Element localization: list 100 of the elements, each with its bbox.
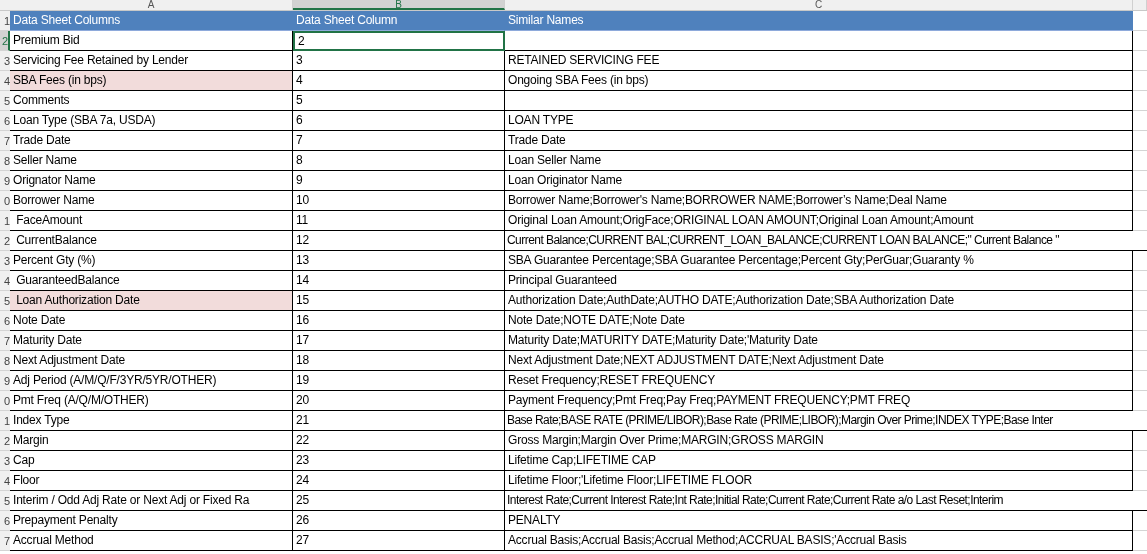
row-header[interactable]: 4 [0, 471, 10, 491]
table-cell: 23 [293, 451, 505, 471]
table-cell: 20 [293, 391, 505, 411]
table-cell: FaceAmount [10, 211, 293, 231]
row-header[interactable]: 9 [0, 171, 10, 191]
table-cell: 5 [293, 91, 505, 111]
row-header[interactable]: 6 [0, 311, 10, 331]
row-header[interactable]: 0 [0, 191, 10, 211]
row-header[interactable]: 2 [0, 431, 10, 451]
table-cell: 18 [293, 351, 505, 371]
table-cell: 19 [293, 371, 505, 391]
table-cell: 15 [293, 291, 505, 311]
row-header[interactable]: 1 [0, 211, 10, 231]
table-cell: CurrentBalance [10, 231, 293, 251]
table-cell: Authorization Date;AuthDate;AUTHO DATE;Authorization Date;SBA Authorization Date [505, 291, 1133, 311]
table-cell: 2 [293, 31, 505, 51]
row-header[interactable]: 5 [0, 91, 10, 111]
table-cell: 16 [293, 311, 505, 331]
table-cell: SBA Guarantee Percentage;SBA Guarantee Percentage;Percent Gty;PerGuar;Guaranty % [505, 251, 1133, 271]
row-header[interactable]: 9 [0, 371, 10, 391]
table-cell: Original Loan Amount;OrigFace;ORIGINAL LOAN AMOUNT;Original Loan Amount;Amount [505, 211, 1133, 231]
table-cell: Maturity Date;MATURITY DATE;Maturity Date;'Maturity Date [505, 331, 1133, 351]
row-header[interactable]: 7 [0, 331, 10, 351]
table-cell: Comments [10, 91, 293, 111]
row-header[interactable]: 1 [0, 411, 10, 431]
table-cell: Base Rate;BASE RATE (PRIME/LIBOR);Base Rate (PRIME;LIBOR);Margin Over Prime;INDEX TYPE;Base Inter [505, 411, 1147, 431]
row-header[interactable]: 7 [0, 531, 10, 551]
table-cell: Next Adjustment Date [10, 351, 293, 371]
table-cell: 13 [293, 251, 505, 271]
table-cell: 11 [293, 211, 505, 231]
table-cell: 12 [293, 231, 505, 251]
table-cell: 8 [293, 151, 505, 171]
table-cell: Orignator Name [10, 171, 293, 191]
table-cell: Interest Rate;Current Interest Rate;Int Rate;Initial Rate;Current Rate;Current Rate a/o Last Reset;Interim [505, 491, 1147, 511]
table-cell: 6 [293, 111, 505, 131]
table-cell: Margin [10, 431, 293, 451]
table-cell: Prepayment Penalty [10, 511, 293, 531]
table-cell: Payment Frequency;Pmt Freq;Pay Freq;PAYMENT FREQUENCY;PMT FREQ [505, 391, 1133, 411]
table-cell: 21 [293, 411, 505, 431]
table-cell: Maturity Date [10, 331, 293, 351]
table-cell: Premium Bid [10, 31, 293, 51]
row-header[interactable]: 4 [0, 271, 10, 291]
table-cell: Accrual Method [10, 531, 293, 551]
table-cell: Lifetime Floor;'Lifetime Floor;LIFETIME FLOOR [505, 471, 1133, 491]
table-cell: Adj Period (A/M/Q/F/3YR/5YR/OTHER) [10, 371, 293, 391]
table-cell: 27 [293, 531, 505, 551]
column-header[interactable]: B [293, 0, 505, 10]
row-header[interactable]: 3 [0, 251, 10, 271]
table-cell: LOAN TYPE [505, 111, 1133, 131]
table-cell: Reset Frequency;RESET FREQUENCY [505, 371, 1133, 391]
table-cell: 7 [293, 131, 505, 151]
table-cell: Loan Originator Name [505, 171, 1133, 191]
column-header[interactable]: C [505, 0, 1133, 10]
table-cell: PENALTY [505, 511, 1133, 531]
table-cell: Gross Margin;Margin Over Prime;MARGIN;GROSS MARGIN [505, 431, 1133, 451]
row-header[interactable]: 7 [0, 131, 10, 151]
table-cell: Ongoing SBA Fees (in bps) [505, 71, 1133, 91]
table-cell: 24 [293, 471, 505, 491]
row-header[interactable]: 8 [0, 151, 10, 171]
table-header-cell: Similar Names [505, 11, 1133, 31]
table-cell: 3 [293, 51, 505, 71]
table-cell: Principal Guaranteed [505, 271, 1133, 291]
table-cell: Trade Date [10, 131, 293, 151]
table-cell: 4 [293, 71, 505, 91]
table-cell: Borrower Name [10, 191, 293, 211]
table-header-cell: Data Sheet Column [293, 11, 505, 31]
table-cell: Current Balance;CURRENT BAL;CURRENT_LOAN_BALANCE;CURRENT LOAN BALANCE;" Current Balance " [505, 231, 1147, 251]
row-header[interactable]: 8 [0, 351, 10, 371]
table-cell: 26 [293, 511, 505, 531]
row-header[interactable]: 6 [0, 511, 10, 531]
table-cell: 14 [293, 271, 505, 291]
table-header-cell: Data Sheet Columns [10, 11, 293, 31]
table-cell: Accrual Basis;Accrual Basis;Accrual Method;ACCRUAL BASIS;'Accrual Basis [505, 531, 1133, 551]
table-cell: Note Date [10, 311, 293, 331]
table-cell: Index Type [10, 411, 293, 431]
table-cell: Loan Seller Name [505, 151, 1133, 171]
table-cell: Next Adjustment Date;NEXT ADJUSTMENT DATE;Next Adjustment Date [505, 351, 1133, 371]
table-cell: Lifetime Cap;LIFETIME CAP [505, 451, 1133, 471]
table-cell: Seller Name [10, 151, 293, 171]
table-cell: Interim / Odd Adj Rate or Next Adj or Fixed Ra [10, 491, 293, 511]
table-cell: Trade Date [505, 131, 1133, 151]
table-cell: 25 [293, 491, 505, 511]
table-cell: Loan Type (SBA 7a, USDA) [10, 111, 293, 131]
table-cell: SBA Fees (in bps) [10, 71, 293, 91]
row-header[interactable]: 3 [0, 51, 10, 71]
row-header[interactable]: 6 [0, 111, 10, 131]
row-header[interactable]: 3 [0, 451, 10, 471]
table-cell: RETAINED SERVICING FEE [505, 51, 1133, 71]
table-cell: Percent Gty (%) [10, 251, 293, 271]
table-cell: Pmt Freq (A/Q/M/OTHER) [10, 391, 293, 411]
table-cell: 9 [293, 171, 505, 191]
row-header[interactable]: 0 [0, 391, 10, 411]
row-header[interactable]: 2 [0, 231, 10, 251]
table-cell: Cap [10, 451, 293, 471]
row-header[interactable]: 5 [0, 491, 10, 511]
table-cell: Floor [10, 471, 293, 491]
table-cell: 10 [293, 191, 505, 211]
table-cell: 17 [293, 331, 505, 351]
table-cell: Borrower Name;Borrower's Name;BORROWER NAME;Borrower’s Name;Deal Name [505, 191, 1133, 211]
table-cell: Loan Authorization Date [10, 291, 293, 311]
